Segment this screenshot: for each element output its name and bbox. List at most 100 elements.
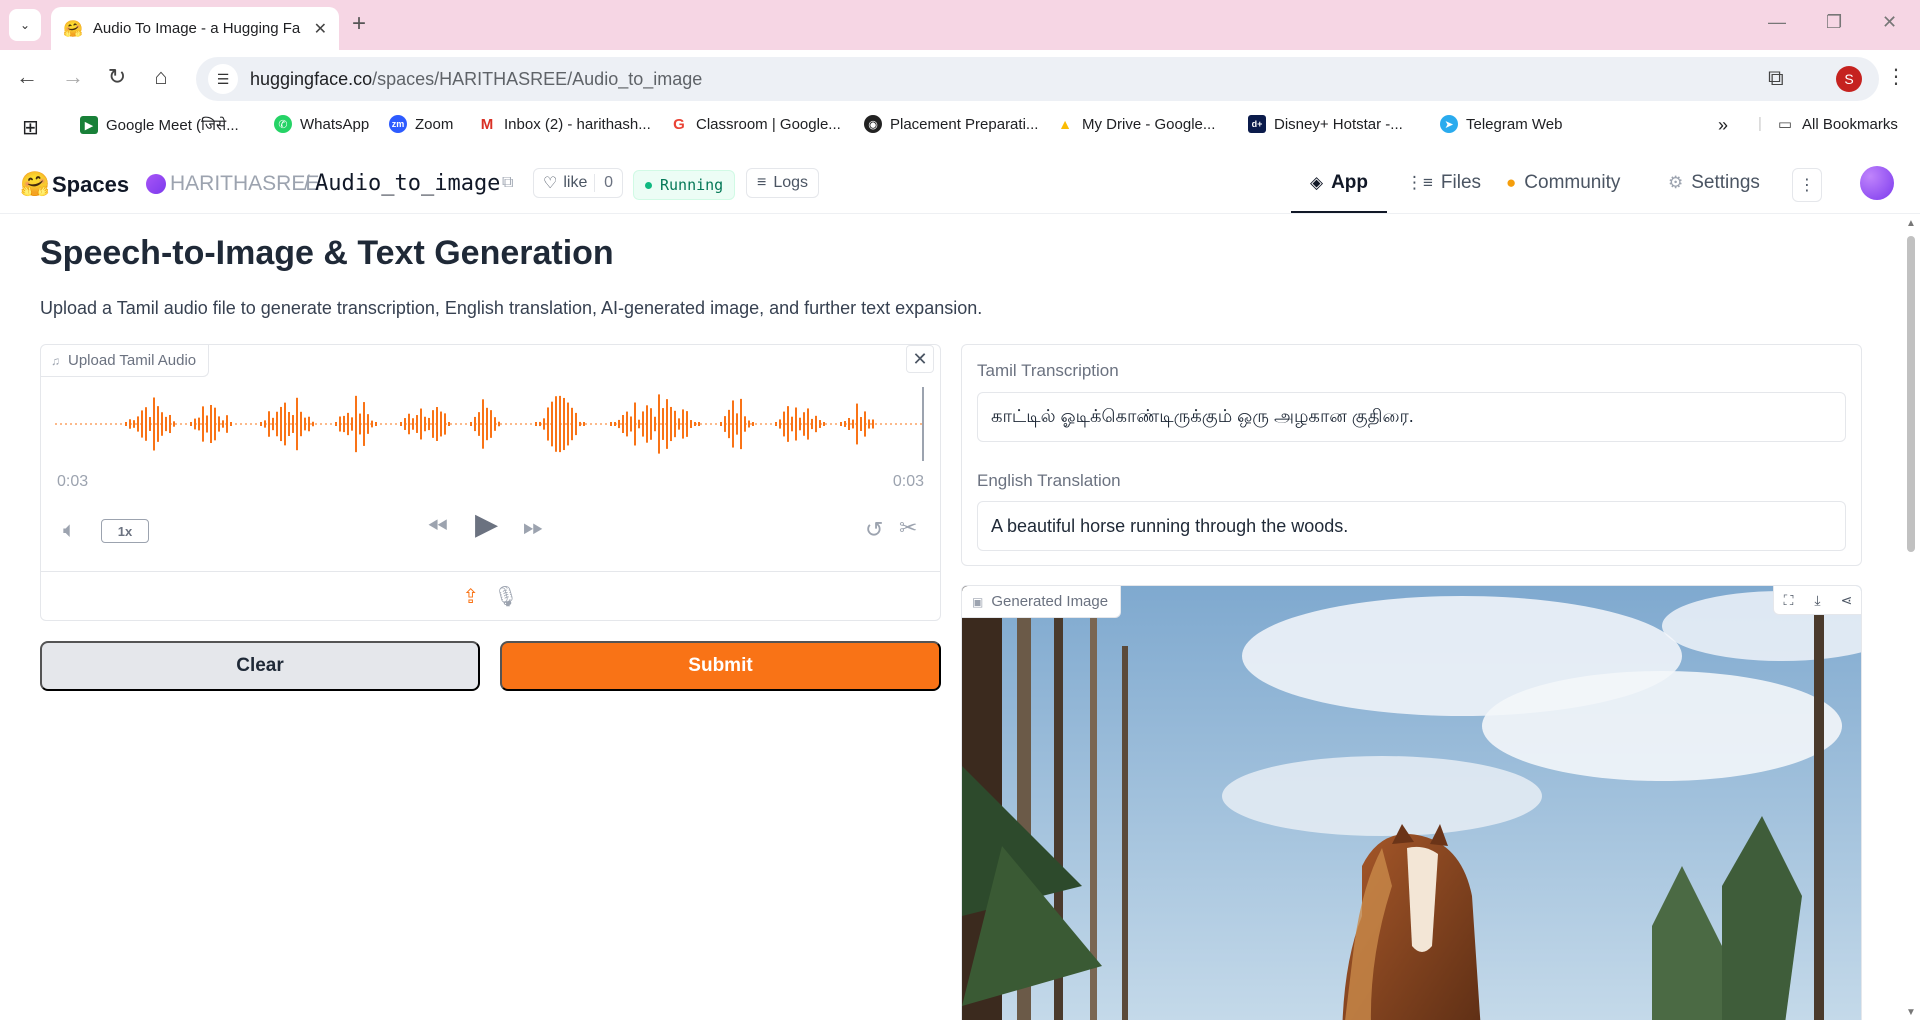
waveform-bar <box>658 394 660 454</box>
repo-name-link[interactable]: Audio_to_image <box>315 171 500 196</box>
profile-avatar[interactable]: S <box>1836 66 1862 92</box>
waveform-bar <box>670 406 672 442</box>
waveform-bar <box>210 404 212 444</box>
copy-icon[interactable]: ⧉ <box>502 174 513 192</box>
microphone-icon[interactable]: 🎙︎ <box>493 584 518 609</box>
bookmark-classroom[interactable]: G Classroom | Google... <box>670 115 841 133</box>
waveform-bar <box>202 406 204 442</box>
site-info-icon[interactable]: ☰ <box>208 64 238 94</box>
waveform-bar <box>420 408 422 440</box>
page-scrollbar[interactable]: ▲ ▼ <box>1904 216 1918 1020</box>
clear-button[interactable]: Clear <box>40 641 480 691</box>
tab-community[interactable]: ● Community <box>1506 172 1620 194</box>
tamil-transcription-output[interactable]: காட்டில் ஓடிக்கொண்டிருக்கும் ஒரு அழகான க… <box>977 392 1846 442</box>
tab-settings[interactable]: ⚙ Settings <box>1668 172 1760 194</box>
spaces-link[interactable]: Spaces <box>52 172 129 198</box>
waveform-bar <box>260 422 262 426</box>
forward-arrow-icon[interactable]: → <box>58 64 88 90</box>
music-note-icon: ♫ <box>51 353 60 368</box>
bookmarks-bar: ⊞ ▶ Google Meet (जिसे... ✆ WhatsApp zm Zoom… <box>0 108 1920 142</box>
waveform-bar <box>194 418 196 430</box>
status-dot-icon <box>645 181 652 189</box>
tab-search-button[interactable]: ⌄ <box>9 9 41 41</box>
fullscreen-icon[interactable]: ⛶ <box>1774 586 1803 614</box>
scrollbar-thumb[interactable] <box>1907 236 1915 552</box>
download-icon[interactable]: ⤓ <box>1803 586 1832 614</box>
bookmark-hotstar[interactable]: d+ Disney+ Hotstar -... <box>1248 115 1403 133</box>
waveform-bar <box>678 418 680 430</box>
waveform-bar <box>551 401 553 447</box>
heart-icon: ♡ <box>543 175 558 192</box>
english-translation-label: English Translation <box>977 471 1121 490</box>
waveform-bar <box>335 422 337 426</box>
bookmark-google-meet[interactable]: ▶ Google Meet (जिसे... <box>80 115 239 135</box>
active-tab-indicator <box>1291 211 1387 213</box>
waveform-bar <box>662 408 664 440</box>
close-tab-icon[interactable]: ✕ <box>314 19 327 39</box>
audio-waveform[interactable] <box>55 387 925 461</box>
owner-link[interactable]: HARITHASREE <box>170 172 319 196</box>
waveform-bar <box>752 422 754 426</box>
upload-icon[interactable]: ⇪ <box>462 584 479 609</box>
logs-button[interactable]: ≡ Logs <box>746 168 820 198</box>
waveform-bar <box>478 412 480 436</box>
bookmark-my-drive[interactable]: ▲ My Drive - Google... <box>1056 115 1215 133</box>
extensions-puzzle-icon[interactable]: ⧉ <box>1768 65 1784 91</box>
waveform-bar <box>153 397 155 451</box>
back-arrow-icon[interactable]: ← <box>12 64 42 90</box>
waveform-bar <box>367 414 369 434</box>
submit-button[interactable]: Submit <box>500 641 941 691</box>
more-options-button[interactable]: ⋮ <box>1792 168 1822 202</box>
waveform-bar <box>169 414 171 434</box>
generated-horse-image[interactable] <box>962 586 1862 1020</box>
scroll-down-icon[interactable]: ▼ <box>1906 1007 1916 1018</box>
home-icon[interactable]: ⌂ <box>146 64 176 90</box>
waveform-bar <box>567 402 569 446</box>
playback-speed-button[interactable]: 1x <box>101 519 149 543</box>
new-tab-button[interactable]: + <box>352 10 366 38</box>
waveform-bar <box>803 412 805 436</box>
rewind-icon[interactable]: ⏪︎ <box>427 511 448 543</box>
close-window-icon[interactable]: ✕ <box>1882 12 1897 33</box>
bookmark-telegram[interactable]: ➤ Telegram Web <box>1440 115 1562 133</box>
restore-icon[interactable]: ❐ <box>1826 12 1842 33</box>
address-bar[interactable]: ☰ huggingface.co/spaces/HARITHASREE/Audi… <box>196 57 1879 101</box>
waveform-bar <box>408 413 410 435</box>
browser-tab-active[interactable]: 🤗 Audio To Image - a Hugging Fa ✕ <box>51 7 339 50</box>
bookmark-whatsapp[interactable]: ✆ WhatsApp <box>274 115 369 133</box>
waveform-bar <box>276 411 278 437</box>
total-time: 0:03 <box>892 473 924 490</box>
waveform-bar <box>571 407 573 441</box>
hotstar-icon: d+ <box>1248 115 1266 133</box>
share-icon[interactable]: ⋖ <box>1832 586 1861 614</box>
reset-icon[interactable]: ↺ <box>865 517 883 543</box>
english-translation-output[interactable]: A beautiful horse running through the wo… <box>977 501 1846 551</box>
all-bookmarks-folder[interactable]: ▭ All Bookmarks <box>1776 115 1898 133</box>
minimize-icon[interactable]: — <box>1768 12 1786 33</box>
play-icon[interactable]: ▶ <box>475 507 498 542</box>
tab-app[interactable]: ◈ App <box>1310 172 1368 194</box>
apps-grid-icon[interactable]: ⊞ <box>22 115 39 140</box>
remove-audio-button[interactable]: ✕ <box>906 345 934 373</box>
waveform-bar <box>720 422 722 426</box>
more-bookmarks-icon[interactable]: » <box>1718 115 1728 136</box>
waveform-bar <box>470 422 472 426</box>
waveform-bar <box>638 419 640 429</box>
waveform-bar <box>650 408 652 440</box>
scroll-up-icon[interactable]: ▲ <box>1906 218 1916 229</box>
page-description: Upload a Tamil audio file to generate tr… <box>40 298 983 318</box>
bookmark-gmail-inbox[interactable]: M Inbox (2) - harithash... <box>478 115 651 133</box>
fast-forward-icon[interactable]: ⏩︎ <box>523 511 544 543</box>
trim-scissors-icon[interactable]: ✂ <box>899 515 917 541</box>
waveform-bar <box>819 420 821 428</box>
waveform-bar <box>815 415 817 433</box>
browser-menu-icon[interactable]: ⋮ <box>1886 64 1906 89</box>
volume-icon[interactable]: 🔈︎ <box>63 517 76 543</box>
hugging-face-logo-icon[interactable]: 🤗 <box>20 170 50 199</box>
bookmark-zoom[interactable]: zm Zoom <box>389 115 453 133</box>
tab-files[interactable]: ⋮≡ Files <box>1406 172 1481 194</box>
like-button[interactable]: ♡ like 0 <box>533 168 623 198</box>
user-avatar[interactable] <box>1860 166 1894 200</box>
reload-icon[interactable]: ↻ <box>102 64 132 90</box>
bookmark-placement[interactable]: ◉ Placement Preparati... <box>864 115 1038 133</box>
